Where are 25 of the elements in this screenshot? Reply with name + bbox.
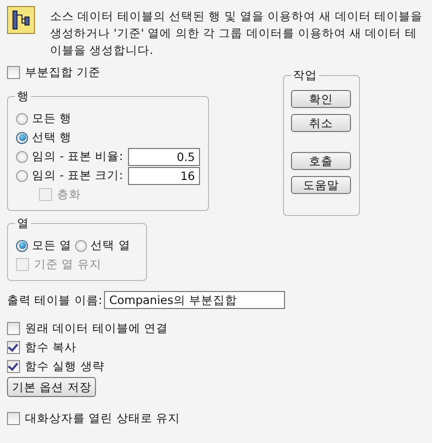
radio-button[interactable]: 선택 열 [74, 236, 130, 255]
group-title: 열 [15, 216, 31, 231]
input-field[interactable]: Companies의 부분집합 [104, 291, 286, 309]
button[interactable]: 도움말 [291, 176, 351, 194]
group-title: 작업 [291, 68, 319, 83]
button[interactable]: 기본 옵션 저장 [7, 377, 96, 397]
button[interactable]: 확인 [291, 90, 351, 108]
radio-button[interactable]: 모든 열 [16, 236, 72, 255]
radio-button[interactable]: 선택 행 [16, 128, 72, 147]
input-field[interactable]: 0.5 [128, 148, 200, 166]
subset-icon [7, 6, 35, 34]
checkbox[interactable]: 함수 실행 생략 [7, 357, 425, 376]
field-label: 출력 테이블 이름: [7, 292, 102, 308]
radio-button[interactable]: 모든 행 [16, 109, 72, 128]
description-text: 소스 데이터 테이블의 선택된 행 및 열을 이용하여 새 데이터 테이블을 생성하거나 '기준' 열에 의한 각 그룹 데이터를 이용하여 새 데이터 테이블을 생성합니다. [50, 8, 424, 59]
button[interactable]: 취소 [291, 114, 351, 132]
checkbox[interactable]: 함수 복사 [7, 338, 425, 357]
group-title: 행 [15, 89, 31, 104]
checkbox[interactable]: 원래 데이터 테이블에 연결 [7, 319, 425, 338]
input-field[interactable]: 16 [128, 166, 200, 184]
radio-button[interactable]: 임의 - 표본 비율: [16, 147, 123, 166]
checkbox[interactable]: 대화상자를 열린 상태로 유지 [7, 409, 425, 428]
button[interactable]: 호출 [291, 152, 351, 170]
checkbox[interactable]: 부분집합 기준 [7, 63, 209, 82]
radio-button[interactable]: 임의 - 표본 크기: [16, 166, 123, 185]
